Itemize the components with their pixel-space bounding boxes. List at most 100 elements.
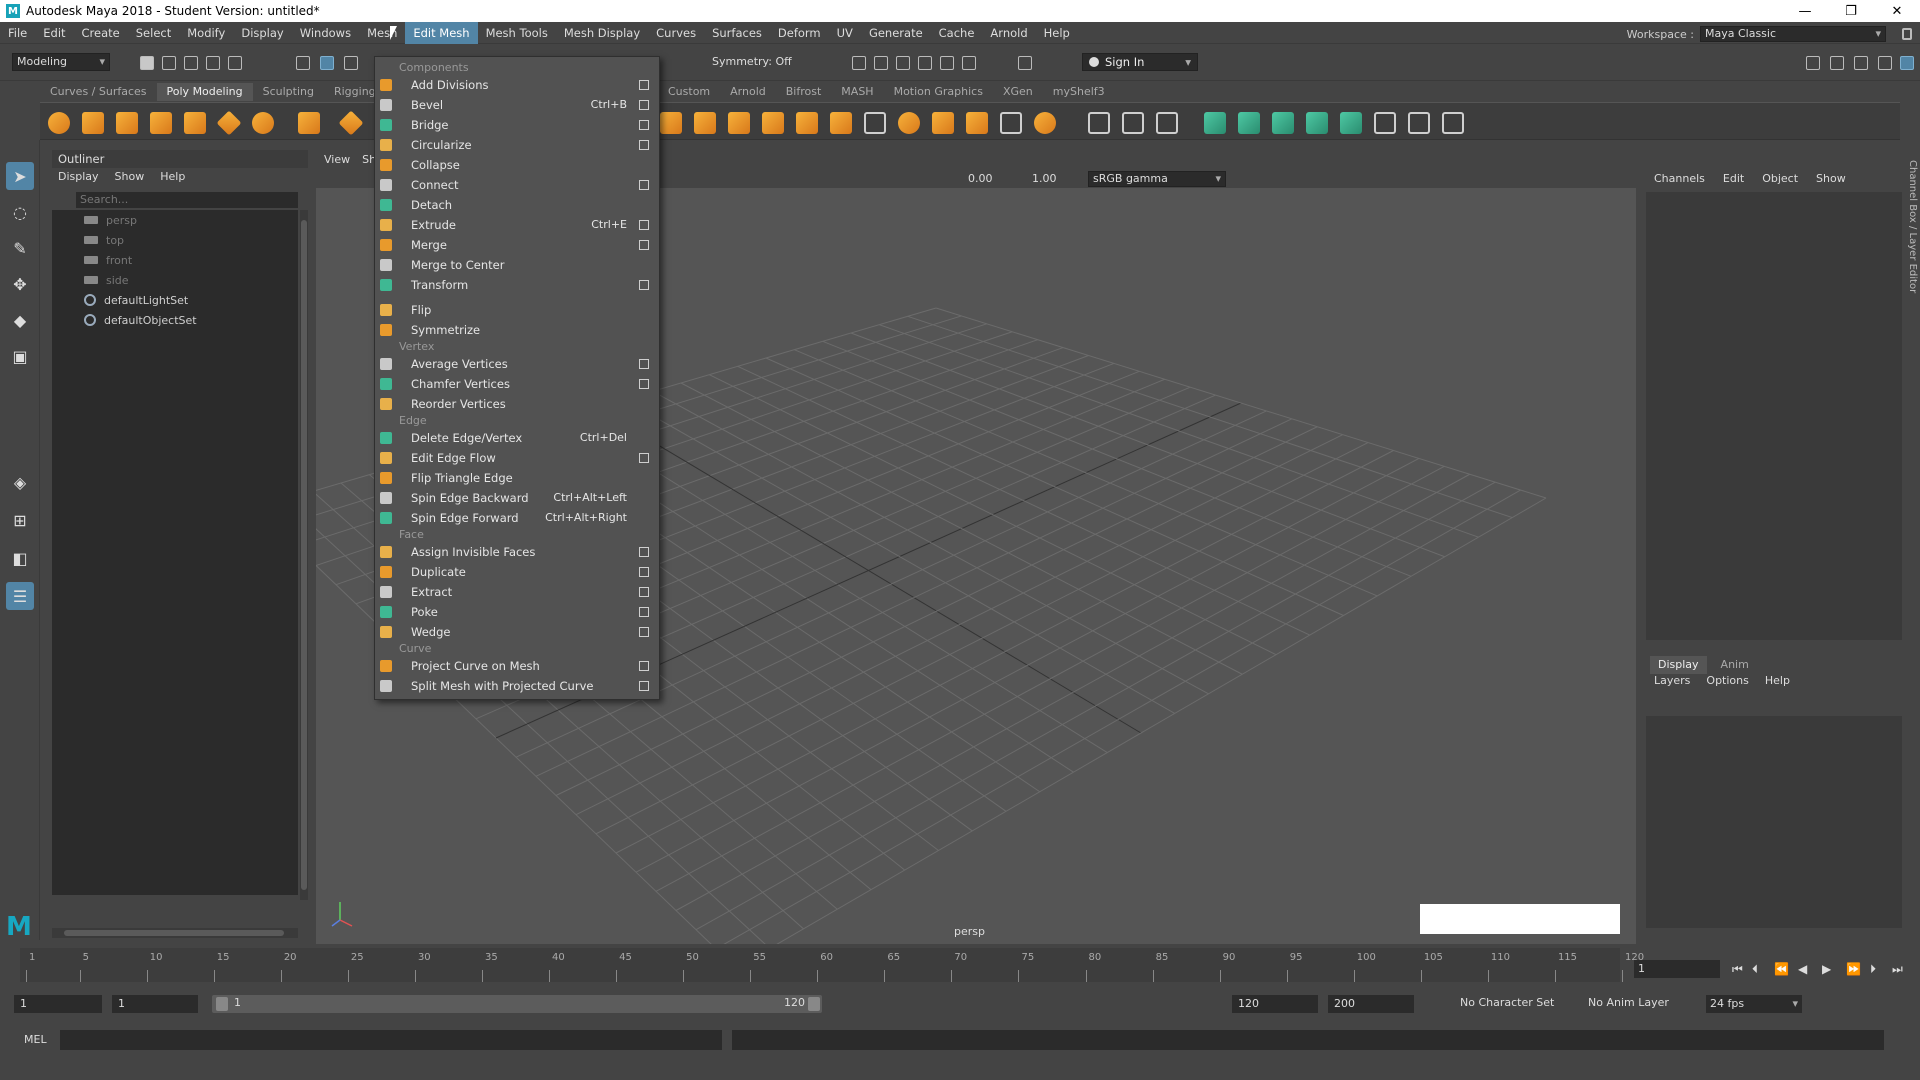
option-box-icon[interactable] — [639, 120, 649, 130]
poly-plane-icon[interactable] — [216, 110, 242, 136]
outliner-item[interactable]: defaultObjectSet — [84, 310, 197, 330]
menu-item-extrude[interactable]: Extrude Ctrl+E — [375, 215, 659, 235]
menu-item-merge-to-center[interactable]: Merge to Center — [375, 255, 659, 275]
menu-item-add-divisions[interactable]: Add Divisions — [375, 75, 659, 95]
poly-cylinder-icon[interactable] — [116, 112, 138, 134]
menu-mesh-display[interactable]: Mesh Display — [556, 22, 648, 44]
channel-box-menu-edit[interactable]: Edit — [1723, 172, 1744, 185]
channel-box-menu-show[interactable]: Show — [1816, 172, 1846, 185]
menu-item-flip-triangle-edge[interactable]: Flip Triangle Edge — [375, 468, 659, 488]
playback-start-field[interactable]: 1 — [112, 995, 198, 1013]
menu-item-assign-invisible-faces[interactable]: Assign Invisible Faces — [375, 542, 659, 562]
option-box-icon[interactable] — [639, 80, 649, 90]
option-box-icon[interactable] — [639, 607, 649, 617]
menu-item-collapse[interactable]: Collapse — [375, 155, 659, 175]
smooth-icon[interactable] — [728, 112, 750, 134]
exposure-field[interactable]: 0.00 — [968, 171, 993, 187]
outliner-item[interactable]: persp — [84, 210, 137, 230]
undo-icon[interactable] — [206, 56, 220, 70]
animation-start-field[interactable]: 1 — [14, 995, 102, 1013]
play-forward-icon[interactable]: ▶ — [1822, 962, 1831, 976]
super-shape-icon[interactable] — [338, 110, 364, 136]
outliner-layout-icon[interactable]: ☰ — [6, 582, 34, 610]
poly-disc-icon[interactable] — [252, 112, 274, 134]
menu-deform[interactable]: Deform — [770, 22, 829, 44]
render-settings-icon[interactable] — [896, 56, 910, 70]
menu-edit-mesh[interactable]: Edit Mesh — [405, 21, 478, 44]
render-icon[interactable] — [852, 56, 866, 70]
append-polygon-icon[interactable] — [966, 112, 988, 134]
menu-item-transform[interactable]: Transform — [375, 275, 659, 295]
menu-item-reorder-vertices[interactable]: Reorder Vertices — [375, 394, 659, 414]
poly-cone-icon[interactable] — [150, 112, 172, 134]
channel-box-menu-channels[interactable]: Channels — [1654, 172, 1705, 185]
shelf-tab-bifrost[interactable]: Bifrost — [776, 83, 832, 101]
target-weld-icon[interactable] — [1034, 112, 1056, 134]
outliner-item[interactable]: defaultLightSet — [84, 290, 188, 310]
option-box-icon[interactable] — [639, 627, 649, 637]
menu-item-extract[interactable]: Extract — [375, 582, 659, 602]
shelf-tab-motion-graphics[interactable]: Motion Graphics — [884, 83, 993, 101]
step-back-key-icon[interactable]: ⏴ — [1752, 962, 1758, 977]
menu-item-circularize[interactable]: Circularize — [375, 135, 659, 155]
menu-cache[interactable]: Cache — [931, 22, 983, 44]
option-box-icon[interactable] — [639, 681, 649, 691]
menu-edit[interactable]: Edit — [35, 22, 73, 44]
menu-surfaces[interactable]: Surfaces — [704, 22, 770, 44]
channel-box-toggle-icon[interactable] — [1878, 56, 1892, 70]
shelf-tab-sculpting[interactable]: Sculpting — [253, 83, 324, 101]
outliner-menu-show[interactable]: Show — [115, 170, 145, 183]
menu-file[interactable]: File — [0, 22, 35, 44]
script-language-toggle[interactable]: MEL — [24, 1033, 47, 1046]
menu-create[interactable]: Create — [74, 22, 128, 44]
select-component-icon[interactable] — [344, 56, 358, 70]
menu-item-duplicate[interactable]: Duplicate — [375, 562, 659, 582]
option-box-icon[interactable] — [639, 567, 649, 577]
planar-mapping-icon[interactable] — [1238, 112, 1260, 134]
menu-uv[interactable]: UV — [829, 22, 861, 44]
viewport-menu-view[interactable]: View — [324, 153, 350, 166]
outliner-vertical-scrollbar[interactable] — [300, 210, 308, 900]
mirror-icon[interactable] — [796, 112, 818, 134]
menu-item-average-vertices[interactable]: Average Vertices — [375, 354, 659, 374]
option-box-icon[interactable] — [639, 379, 649, 389]
menu-item-chamfer-vertices[interactable]: Chamfer Vertices — [375, 374, 659, 394]
cut-uv-icon[interactable] — [1442, 112, 1464, 134]
uv-editor-icon[interactable] — [1204, 112, 1226, 134]
workspace-dropdown[interactable]: Maya Classic — [1700, 26, 1886, 42]
close-button[interactable]: ✕ — [1874, 0, 1920, 22]
spherical-mapping-icon[interactable] — [1306, 112, 1328, 134]
option-box-icon[interactable] — [639, 661, 649, 671]
shelf-tab-poly-modeling[interactable]: Poly Modeling — [156, 83, 253, 101]
sign-in-button[interactable]: Sign In — [1082, 53, 1198, 71]
outliner-menu-help[interactable]: Help — [160, 170, 185, 183]
lock-icon[interactable] — [1902, 28, 1912, 40]
play-backward-icon[interactable]: ◀ — [1798, 962, 1807, 976]
move-tool-icon[interactable]: ✥ — [6, 270, 34, 298]
menu-item-detach[interactable]: Detach — [375, 195, 659, 215]
combine-icon[interactable] — [660, 112, 682, 134]
playback-end-field[interactable]: 120 — [1232, 995, 1318, 1013]
tool-settings-icon[interactable] — [1854, 56, 1868, 70]
menu-item-connect[interactable]: Connect — [375, 175, 659, 195]
menu-item-wedge[interactable]: Wedge — [375, 622, 659, 642]
layer-menu-options[interactable]: Options — [1706, 674, 1748, 687]
scrollbar-thumb[interactable] — [64, 930, 284, 936]
menu-arnold[interactable]: Arnold — [982, 22, 1035, 44]
render-view-icon[interactable] — [962, 56, 976, 70]
poly-cube-icon[interactable] — [82, 112, 104, 134]
scrollbar-thumb[interactable] — [301, 220, 307, 890]
lasso-tool-icon[interactable]: ◌ — [6, 198, 34, 226]
menu-item-split-mesh-with-projected-curve[interactable]: Split Mesh with Projected Curve — [375, 676, 659, 696]
menu-mesh-tools[interactable]: Mesh Tools — [478, 22, 556, 44]
outliner-menu-display[interactable]: Display — [58, 170, 99, 183]
save-scene-icon[interactable] — [184, 56, 198, 70]
shelf-tab-curves-surfaces[interactable]: Curves / Surfaces — [40, 83, 157, 101]
four-view-layout-icon[interactable]: ⊞ — [6, 506, 34, 534]
arnold-render-icon[interactable] — [940, 56, 954, 70]
uv-layout-icon[interactable] — [1374, 112, 1396, 134]
menu-item-delete-edge-vertex[interactable]: Delete Edge/Vertex Ctrl+Del — [375, 428, 659, 448]
redo-icon[interactable] — [228, 56, 242, 70]
select-object-icon[interactable] — [320, 56, 334, 70]
outliner-horizontal-scrollbar[interactable] — [52, 928, 298, 938]
